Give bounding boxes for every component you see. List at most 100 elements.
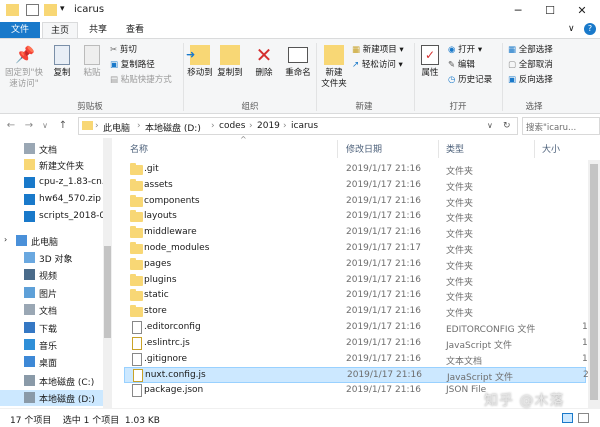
column-divider[interactable] bbox=[534, 140, 535, 158]
properties-quick-icon[interactable] bbox=[26, 4, 39, 16]
nav-item[interactable]: cpu-z_1.83-cn.z bbox=[0, 175, 104, 191]
help-icon[interactable]: ? bbox=[584, 23, 596, 35]
new-folder-quick-icon[interactable] bbox=[44, 4, 57, 16]
column-divider[interactable] bbox=[337, 140, 338, 158]
file-row[interactable]: .eslintrc.js 2019/1/17 21:16 JavaScript 文件… bbox=[124, 336, 588, 352]
file-row[interactable]: layouts 2019/1/17 21:16 文件夹 bbox=[124, 209, 586, 225]
maximize-icon[interactable]: ☐ bbox=[534, 0, 566, 22]
tab-share[interactable]: 共享 bbox=[80, 22, 116, 39]
file-row[interactable]: static 2019/1/17 21:16 文件夹 bbox=[124, 288, 586, 304]
nav-item[interactable]: scripts_2018-02 bbox=[0, 209, 104, 225]
file-type: 文件夹 bbox=[446, 230, 474, 241]
new-item-button[interactable]: ▦ 新建项目 ▾ bbox=[352, 44, 404, 57]
3d-objects-icon bbox=[24, 252, 35, 263]
nav-item[interactable]: 文档 bbox=[0, 141, 104, 157]
crumb-2019[interactable]: 2019 bbox=[257, 121, 280, 131]
easy-access-button[interactable]: ↗ 轻松访问 ▾ bbox=[352, 59, 403, 72]
file-row[interactable]: .editorconfig 2019/1/17 21:16 EDITORCONFIG… bbox=[124, 320, 588, 336]
select-all-button[interactable]: ▦ 全部选择 bbox=[508, 44, 553, 57]
move-to-button[interactable]: ➜ 移动到 bbox=[186, 45, 214, 79]
nav-item[interactable]: 本地磁盘 (C:) bbox=[0, 373, 104, 389]
file-row[interactable]: node_modules 2019/1/17 21:17 文件夹 bbox=[124, 241, 586, 257]
cut-button[interactable]: ✂ 剪切 bbox=[110, 44, 137, 57]
file-name: middleware bbox=[144, 227, 197, 238]
minimize-icon[interactable]: ─ bbox=[502, 0, 534, 22]
expand-chevron-icon[interactable]: › bbox=[4, 235, 7, 244]
nav-item[interactable]: 音乐 bbox=[0, 337, 104, 353]
nav-scrollbar-thumb[interactable] bbox=[104, 246, 111, 338]
recent-locations-icon[interactable]: ∨ bbox=[38, 119, 52, 133]
file-list-scrollbar[interactable] bbox=[588, 160, 600, 408]
tab-view[interactable]: 查看 bbox=[117, 22, 153, 39]
crumb-drive-d[interactable]: 本地磁盘 (D:) bbox=[145, 121, 201, 134]
nav-item-label: 本地磁盘 (C:) bbox=[39, 378, 95, 388]
properties-button[interactable]: ✓ 属性 bbox=[416, 45, 444, 79]
close-icon[interactable]: ✕ bbox=[566, 0, 598, 22]
column-header-modified[interactable]: 修改日期 bbox=[346, 142, 382, 155]
column-header-name[interactable]: 名称 bbox=[130, 142, 148, 155]
invert-selection-button[interactable]: ▣ 反向选择 bbox=[508, 74, 553, 87]
file-modified: 2019/1/17 21:16 bbox=[346, 227, 421, 238]
file-row[interactable]: plugins 2019/1/17 21:16 文件夹 bbox=[124, 273, 586, 289]
group-divider bbox=[316, 43, 317, 111]
file-icon bbox=[132, 321, 142, 334]
details-view-icon[interactable] bbox=[562, 413, 573, 423]
column-header-size[interactable]: 大小 bbox=[542, 142, 560, 155]
edit-button[interactable]: ✎ 编辑 bbox=[448, 59, 475, 72]
open-button[interactable]: ◉ 打开 ▾ bbox=[448, 44, 482, 57]
pin-icon: 📌 bbox=[15, 45, 35, 64]
nav-item[interactable]: 新建文件夹 bbox=[0, 157, 104, 173]
history-button[interactable]: ◷ 历史记录 bbox=[448, 74, 492, 87]
select-none-button[interactable]: ▢ 全部取消 bbox=[508, 59, 553, 72]
forward-arrow-icon[interactable]: → bbox=[22, 119, 36, 133]
file-row[interactable]: .git 2019/1/17 21:16 文件夹 bbox=[124, 162, 586, 178]
nav-item[interactable]: 此电脑 › bbox=[0, 233, 104, 249]
nav-item[interactable]: 文档 bbox=[0, 302, 104, 318]
nav-item[interactable]: hw64_570.zip bbox=[0, 192, 104, 208]
crumb-icarus[interactable]: icarus bbox=[291, 121, 318, 131]
nav-scrollbar[interactable] bbox=[103, 138, 112, 408]
nav-item[interactable]: 视频 bbox=[0, 267, 104, 283]
file-list-scrollbar-thumb[interactable] bbox=[590, 164, 598, 400]
paste-button[interactable]: 粘贴 bbox=[80, 45, 104, 79]
nav-item[interactable]: 本地磁盘 (D:) bbox=[0, 390, 104, 406]
large-icons-view-icon[interactable] bbox=[578, 413, 589, 423]
crumb-codes[interactable]: codes bbox=[219, 121, 245, 131]
copy-button[interactable]: 复制 bbox=[50, 45, 74, 79]
pin-quick-access-button[interactable]: 📌 固定到"快 速访问" bbox=[2, 45, 46, 90]
collapse-ribbon-icon[interactable]: ∨ bbox=[568, 24, 575, 34]
up-arrow-icon[interactable]: ↑ bbox=[56, 119, 70, 133]
column-header-type[interactable]: 类型 bbox=[446, 142, 464, 155]
tab-file[interactable]: 文件 bbox=[0, 22, 40, 39]
tab-home[interactable]: 主页 bbox=[42, 22, 78, 39]
nav-item[interactable]: 桌面 bbox=[0, 354, 104, 370]
file-row[interactable]: middleware 2019/1/17 21:16 文件夹 bbox=[124, 225, 586, 241]
ribbon-tabs: 文件 主页 共享 查看 ∨ ? bbox=[0, 22, 600, 39]
search-box[interactable]: 搜索"icaru... bbox=[522, 117, 600, 135]
new-folder-button[interactable]: 新建 文件夹 bbox=[318, 45, 350, 90]
column-divider[interactable] bbox=[438, 140, 439, 158]
paste-shortcut-icon: ▤ bbox=[110, 75, 121, 85]
paste-shortcut-button[interactable]: ▤ 粘贴快捷方式 bbox=[110, 74, 172, 87]
address-dropdown-icon[interactable]: ∨ bbox=[487, 121, 493, 130]
crumb-this-pc[interactable]: 此电脑 bbox=[103, 121, 130, 134]
drive-icon bbox=[24, 392, 35, 403]
rename-button[interactable]: 重命名 bbox=[282, 45, 314, 79]
nav-item[interactable]: 下载 bbox=[0, 320, 104, 336]
file-row[interactable]: assets 2019/1/17 21:16 文件夹 bbox=[124, 178, 586, 194]
back-arrow-icon[interactable]: ← bbox=[4, 119, 18, 133]
file-row[interactable]: components 2019/1/17 21:16 文件夹 bbox=[124, 194, 586, 210]
file-row[interactable]: .gitignore 2019/1/17 21:16 文本文档 1 bbox=[124, 352, 588, 368]
address-box[interactable]: › 此电脑 › 本地磁盘 (D:) › codes › 2019 › icaru… bbox=[78, 117, 518, 135]
quick-access-dropdown-icon[interactable]: ▾ bbox=[60, 4, 65, 14]
copy-path-button[interactable]: ▣ 复制路径 bbox=[110, 59, 155, 72]
nav-item[interactable]: 图片 bbox=[0, 285, 104, 301]
file-name: .git bbox=[144, 164, 159, 174]
delete-button[interactable]: ✕ 删除 bbox=[252, 45, 276, 79]
copy-to-button[interactable]: 复制到 bbox=[216, 45, 244, 79]
nav-item[interactable]: 3D 对象 bbox=[0, 250, 104, 266]
file-row[interactable]: pages 2019/1/17 21:16 文件夹 bbox=[124, 257, 586, 273]
refresh-icon[interactable]: ↻ bbox=[503, 121, 511, 131]
file-row[interactable]: store 2019/1/17 21:16 文件夹 bbox=[124, 304, 586, 320]
file-row[interactable]: nuxt.config.js 2019/1/17 21:16 JavaScript … bbox=[124, 367, 589, 384]
